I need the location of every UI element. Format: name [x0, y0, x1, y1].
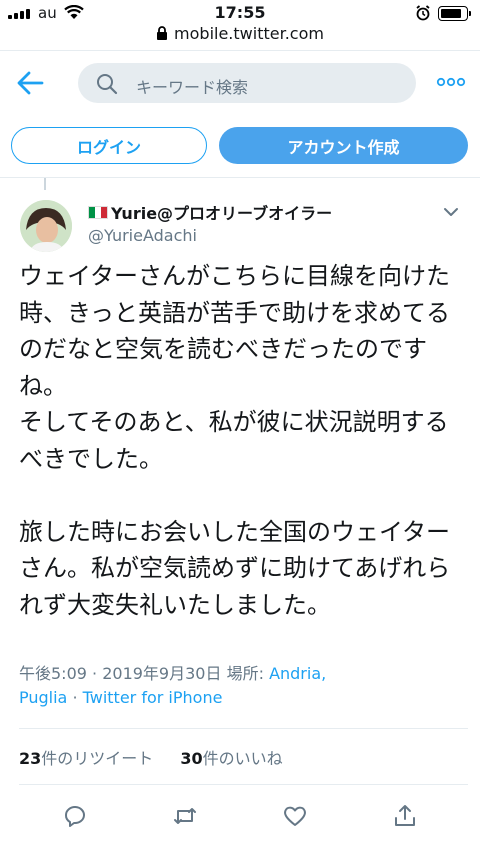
url-text: mobile.twitter.com: [174, 24, 324, 43]
back-arrow-icon[interactable]: [16, 70, 44, 96]
location-link[interactable]: Andria,: [269, 664, 326, 683]
signup-button[interactable]: アカウント作成: [219, 127, 468, 164]
alarm-icon: [416, 5, 430, 21]
user-handle[interactable]: @YurieAdachi: [88, 226, 197, 245]
status-bar: au 17:55: [0, 0, 480, 26]
avatar[interactable]: [20, 200, 72, 252]
search-icon: [97, 74, 118, 95]
tweet-date[interactable]: 2019年9月30日: [102, 664, 221, 683]
retweets-count: 23: [19, 749, 42, 768]
divider: [0, 50, 480, 51]
likes-count: 30: [180, 749, 203, 768]
italy-flag-icon: [88, 205, 108, 219]
retweet-stat[interactable]: 23件のリツイート: [19, 749, 153, 768]
divider: [19, 784, 468, 785]
tweet-source-link[interactable]: Twitter for iPhone: [83, 688, 223, 707]
location-link-cont[interactable]: Puglia: [19, 688, 67, 707]
display-name-text: Yurie@プロオリーブオイラー: [111, 204, 333, 223]
address-bar[interactable]: mobile.twitter.com: [0, 24, 480, 46]
battery-icon: [438, 6, 471, 21]
divider: [19, 728, 468, 729]
display-name[interactable]: Yurie@プロオリーブオイラー: [88, 200, 332, 224]
retweets-label: 件のリツイート: [41, 749, 154, 768]
search-placeholder: キーワード検索: [136, 78, 249, 97]
retweet-icon[interactable]: [172, 803, 198, 829]
location-label: 場所:: [226, 664, 264, 683]
chevron-down-icon[interactable]: [442, 206, 460, 218]
thread-connector-line: [44, 178, 46, 190]
battery-level: [441, 9, 461, 18]
share-icon[interactable]: [392, 803, 418, 829]
login-button[interactable]: ログイン: [11, 127, 207, 164]
lock-icon: [157, 26, 168, 40]
divider: [0, 177, 480, 178]
search-input[interactable]: キーワード検索: [78, 63, 416, 103]
like-stat[interactable]: 30件のいいね: [180, 749, 282, 768]
tweet-metadata: 午後5:09 · 2019年9月30日 場所: Andria, Puglia ·…: [19, 664, 327, 707]
more-options-icon[interactable]: [436, 74, 466, 90]
tweet-text: ウェイターさんがこちらに目線を向けた時、きっと英語が苦手で助けを求めてるのだなと…: [19, 262, 451, 619]
likes-label: 件のいいね: [202, 749, 283, 768]
clock-time: 17:55: [214, 3, 266, 22]
reply-icon[interactable]: [62, 803, 88, 829]
tweet-stats: 23件のリツイート 30件のいいね: [19, 745, 283, 769]
like-icon[interactable]: [282, 803, 308, 829]
tweet-time[interactable]: 午後5:09: [19, 664, 87, 683]
